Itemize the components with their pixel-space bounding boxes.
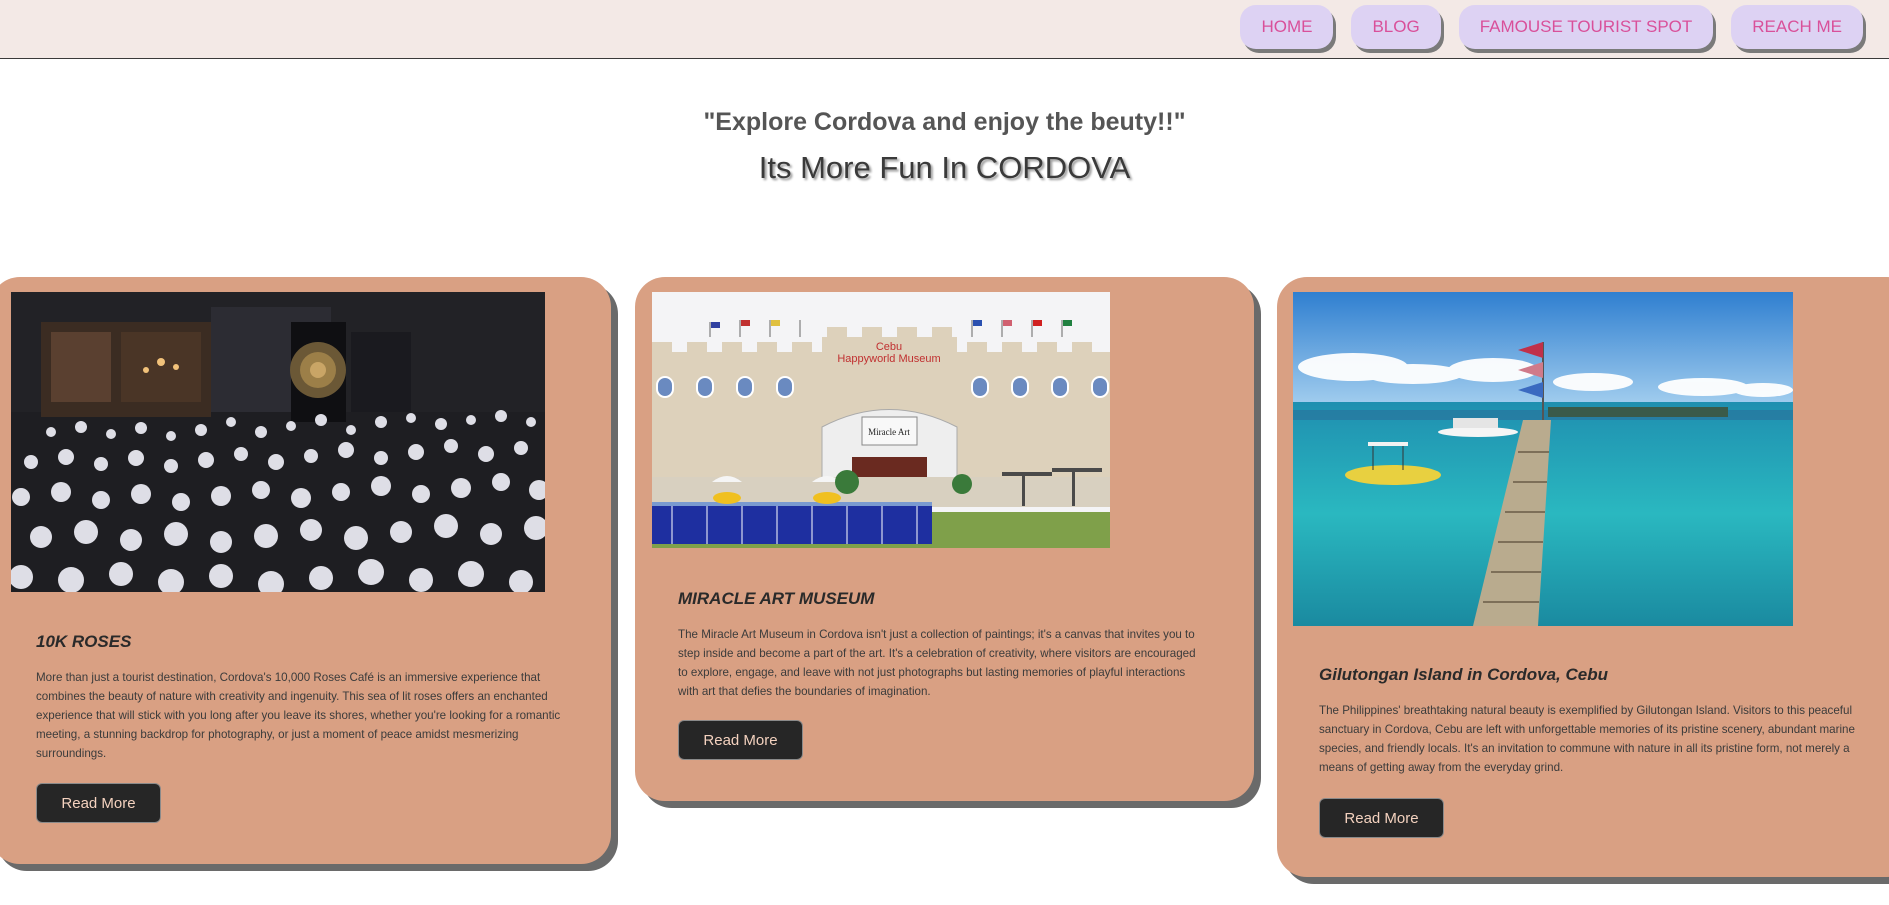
roses-image <box>11 292 545 592</box>
nav-blog-button[interactable]: BLOG <box>1351 5 1441 49</box>
card-description: More than just a tourist destination, Co… <box>36 671 561 760</box>
hero-quote: "Explore Cordova and enjoy the beuty!!" <box>703 108 1186 136</box>
nav-tourist-spot-button[interactable]: FAMOUSE TOURIST SPOT <box>1458 5 1714 49</box>
card-miracle-art-museum: Cebu Happyworld Museum Miracle Art MIRAC… <box>635 277 1254 801</box>
read-more-button[interactable]: Read More <box>36 783 161 823</box>
card-description: The Philippines' breathtaking natural be… <box>1319 704 1855 774</box>
island-image <box>1293 292 1793 626</box>
svg-text:Cebu: Cebu <box>876 341 902 353</box>
card-title: MIRACLE ART MUSEUM <box>678 589 875 608</box>
svg-text:Miracle Art: Miracle Art <box>868 427 910 437</box>
nav-menu: HOME BLOG FAMOUSE TOURIST SPOT REACH ME <box>1240 5 1863 49</box>
nav-reach-me-button[interactable]: REACH ME <box>1731 5 1863 49</box>
read-more-button[interactable]: Read More <box>678 720 803 760</box>
card-title: Gilutongan Island in Cordova, Cebu <box>1319 665 1609 684</box>
nav-home-button[interactable]: HOME <box>1240 5 1334 49</box>
top-navigation-bar: HOME BLOG FAMOUSE TOURIST SPOT REACH ME <box>0 0 1889 59</box>
museum-image: Cebu Happyworld Museum Miracle Art <box>652 292 1110 548</box>
read-more-button[interactable]: Read More <box>1319 798 1444 838</box>
svg-text:Happyworld Museum: Happyworld Museum <box>837 353 940 365</box>
card-description: The Miracle Art Museum in Cordova isn't … <box>678 628 1196 698</box>
card-title: 10K ROSES <box>36 632 132 651</box>
card-gilutongan-island: Gilutongan Island in Cordova, Cebu The P… <box>1277 277 1889 877</box>
hero-tagline: Its More Fun In CORDOVA <box>758 150 1131 185</box>
hero-section: "Explore Cordova and enjoy the beuty!!" … <box>0 108 1889 186</box>
card-10k-roses: 10K ROSES More than just a tourist desti… <box>0 277 611 864</box>
